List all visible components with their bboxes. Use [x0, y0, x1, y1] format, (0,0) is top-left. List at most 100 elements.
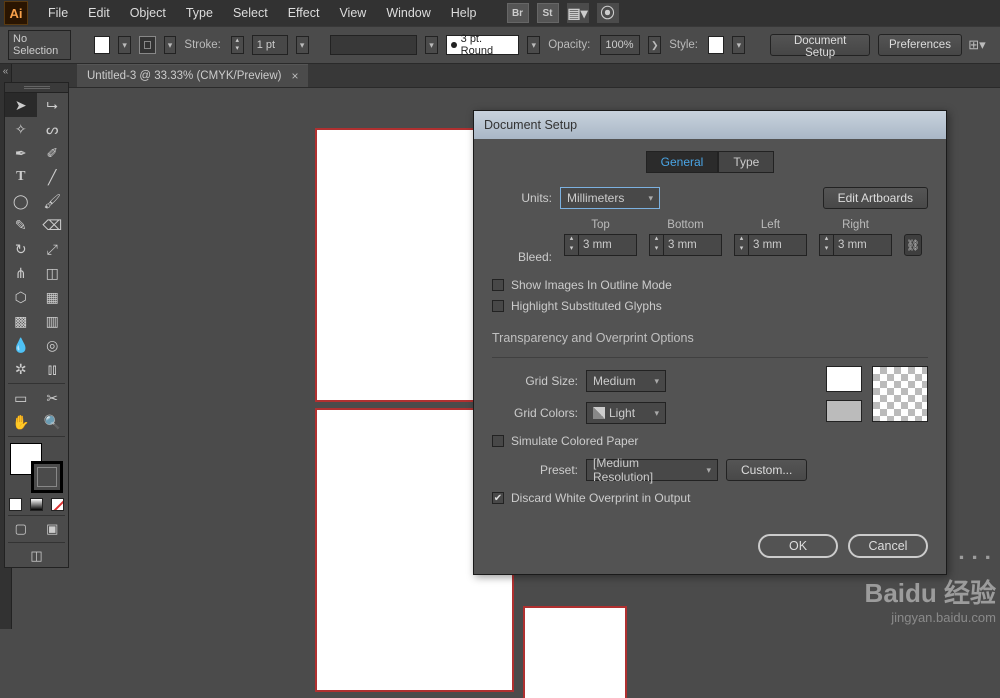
bleed-link-icon[interactable]: ⛓: [904, 234, 922, 256]
menu-effect[interactable]: Effect: [278, 2, 330, 24]
graphic-style-dropdown[interactable]: ▾: [732, 36, 745, 54]
bleed-right-stepper[interactable]: ▴▾: [819, 234, 834, 256]
mesh-tool[interactable]: ▩: [5, 309, 37, 333]
document-tab[interactable]: Untitled-3 @ 33.33% (CMYK/Preview) ×: [77, 64, 308, 87]
artboard-tool[interactable]: ▭: [5, 386, 37, 410]
menu-type[interactable]: Type: [176, 2, 223, 24]
stroke-weight-input[interactable]: [252, 35, 288, 55]
free-transform-tool[interactable]: ◫: [37, 261, 69, 285]
rotate-tool[interactable]: ↻: [5, 237, 37, 261]
brush-preview-dropdown[interactable]: ▾: [425, 36, 438, 54]
screen-mode-full[interactable]: ▣: [37, 518, 69, 540]
stroke-weight-dropdown[interactable]: ▾: [296, 36, 309, 54]
grid-size-select[interactable]: Medium▾: [586, 370, 666, 392]
scale-tool[interactable]: ⤢: [37, 237, 69, 261]
align-to-icon[interactable]: ⊞▾: [970, 36, 984, 54]
line-segment-tool[interactable]: ╱: [37, 165, 69, 189]
artboard-3[interactable]: [525, 608, 625, 698]
symbol-sprayer-tool[interactable]: ✲: [5, 357, 37, 381]
fill-dropdown[interactable]: ▾: [118, 36, 131, 54]
width-tool[interactable]: ⋔: [5, 261, 37, 285]
bleed-right-input[interactable]: [834, 234, 892, 256]
color-mode-gradient[interactable]: [26, 495, 47, 513]
eyedropper-tool[interactable]: 💧: [5, 333, 37, 357]
close-tab-icon[interactable]: ×: [291, 69, 298, 83]
paintbrush-tool[interactable]: 🖌: [37, 189, 69, 213]
pen-tool[interactable]: ✒: [5, 141, 37, 165]
menu-window[interactable]: Window: [376, 2, 440, 24]
ok-button[interactable]: OK: [758, 534, 838, 558]
shape-builder-tool[interactable]: ⬡: [5, 285, 37, 309]
transparency-preview: [826, 366, 928, 422]
stroke-color[interactable]: [31, 461, 63, 493]
arrange-docs-icon[interactable]: ▤▾: [567, 3, 589, 23]
edit-artboards-button[interactable]: Edit Artboards: [823, 187, 928, 209]
preferences-button[interactable]: Preferences: [878, 34, 962, 56]
graphic-style-swatch[interactable]: [708, 36, 724, 54]
fill-swatch[interactable]: [94, 36, 110, 54]
stroke-stepper[interactable]: ▴▾: [231, 36, 244, 54]
eraser-tool[interactable]: ⌫: [37, 213, 69, 237]
brush-preview[interactable]: [330, 35, 417, 55]
magic-wand-tool[interactable]: ✧: [5, 117, 37, 141]
bleed-bottom-input[interactable]: [664, 234, 722, 256]
opacity-dropdown[interactable]: ❯: [648, 36, 661, 54]
selection-tool[interactable]: ➤: [5, 93, 37, 117]
chevron-down-icon: ▾: [654, 376, 659, 387]
menu-view[interactable]: View: [329, 2, 376, 24]
type-tool[interactable]: T: [5, 165, 37, 189]
stroke-dropdown[interactable]: ▾: [164, 36, 177, 54]
dialog-title[interactable]: Document Setup: [474, 111, 946, 139]
menu-file[interactable]: File: [38, 2, 78, 24]
bleed-bottom-stepper[interactable]: ▴▾: [649, 234, 664, 256]
grid-size-label: Grid Size:: [492, 374, 578, 388]
bleed-left-input[interactable]: [749, 234, 807, 256]
document-setup-button[interactable]: Document Setup: [770, 34, 870, 56]
bleed-top-stepper[interactable]: ▴▾: [564, 234, 579, 256]
cancel-button[interactable]: Cancel: [848, 534, 928, 558]
bleed-left-label: Left: [734, 219, 807, 231]
show-images-checkbox[interactable]: Show Images In Outline Mode: [492, 278, 928, 292]
stroke-swatch[interactable]: [139, 36, 155, 54]
menu-select[interactable]: Select: [223, 2, 278, 24]
units-select[interactable]: Millimeters▾: [560, 187, 660, 209]
app-logo: Ai: [4, 1, 28, 25]
fill-stroke-control[interactable]: [5, 439, 68, 495]
shaper-tool[interactable]: ✎: [5, 213, 37, 237]
slice-tool[interactable]: ✂: [37, 386, 69, 410]
opacity-input[interactable]: [600, 35, 640, 55]
stock-icon[interactable]: St: [537, 3, 559, 23]
blend-tool[interactable]: ◎: [37, 333, 69, 357]
gpu-icon[interactable]: ⦿: [597, 3, 619, 23]
brush-definition[interactable]: 3 pt. Round: [446, 35, 519, 55]
custom-button[interactable]: Custom...: [726, 459, 807, 481]
menu-edit[interactable]: Edit: [78, 2, 120, 24]
menu-help[interactable]: Help: [441, 2, 487, 24]
brush-def-dropdown[interactable]: ▾: [527, 36, 540, 54]
highlight-glyphs-checkbox[interactable]: Highlight Substituted Glyphs: [492, 299, 928, 313]
bleed-top-input[interactable]: [579, 234, 637, 256]
bleed-left-stepper[interactable]: ▴▾: [734, 234, 749, 256]
menu-object[interactable]: Object: [120, 2, 176, 24]
hand-tool[interactable]: ✋: [5, 410, 37, 434]
color-mode-none[interactable]: [47, 495, 68, 513]
column-graph-tool[interactable]: ⫾⫾: [37, 357, 69, 381]
gradient-tool[interactable]: ▥: [37, 309, 69, 333]
zoom-tool[interactable]: 🔍: [37, 410, 69, 434]
lasso-tool[interactable]: ᔕ: [37, 117, 69, 141]
perspective-grid-tool[interactable]: ▦: [37, 285, 69, 309]
tab-type[interactable]: Type: [718, 151, 774, 173]
grid-colors-select[interactable]: Light▾: [586, 402, 666, 424]
discard-white-checkbox[interactable]: ✔Discard White Overprint in Output: [492, 491, 928, 505]
draw-mode[interactable]: ◫: [5, 545, 68, 567]
bridge-icon[interactable]: Br: [507, 3, 529, 23]
curvature-tool[interactable]: ✐: [37, 141, 69, 165]
toolbox-grip[interactable]: [5, 83, 68, 93]
simulate-paper-checkbox[interactable]: Simulate Colored Paper: [492, 434, 928, 448]
color-mode-fill[interactable]: [5, 495, 26, 513]
ellipse-tool[interactable]: ◯: [5, 189, 37, 213]
preset-select[interactable]: [Medium Resolution]▾: [586, 459, 718, 481]
direct-selection-tool[interactable]: ⮡: [37, 93, 69, 117]
screen-mode-normal[interactable]: ▢: [5, 518, 37, 540]
tab-general[interactable]: General: [646, 151, 719, 173]
